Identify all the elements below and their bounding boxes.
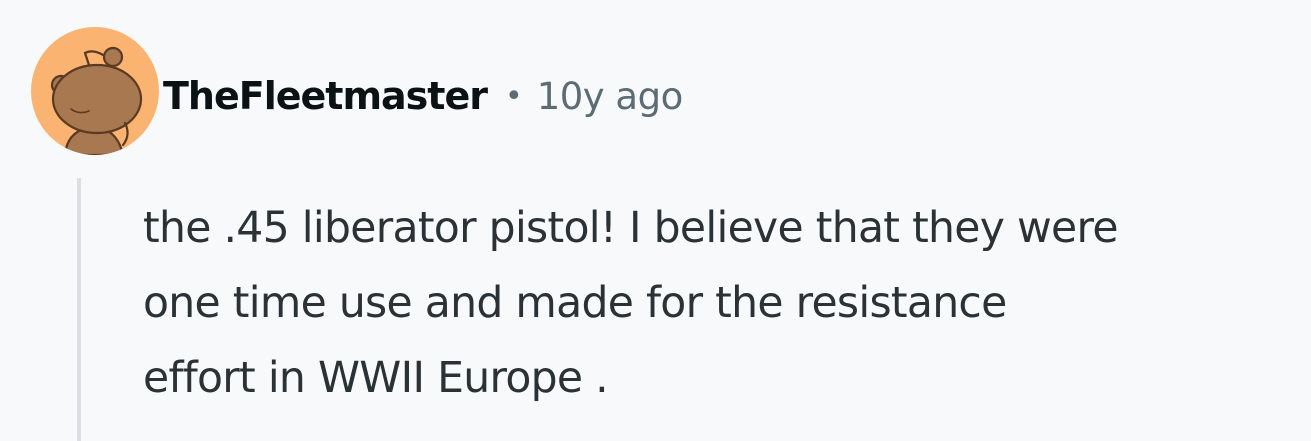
author-username[interactable]: TheFleetmaster (163, 74, 488, 118)
comment-body: the .45 liberator pistol! I believe that… (143, 204, 1118, 403)
comment: TheFleetmaster • 10y ago the .45 liberat… (0, 0, 1311, 441)
snoo-avatar-icon (50, 46, 143, 155)
comment-timestamp[interactable]: 10y ago (537, 75, 684, 118)
user-avatar[interactable] (31, 27, 159, 155)
thread-line[interactable] (77, 178, 81, 441)
meta-separator: • (504, 78, 523, 114)
comment-meta: TheFleetmaster • 10y ago (163, 66, 683, 126)
